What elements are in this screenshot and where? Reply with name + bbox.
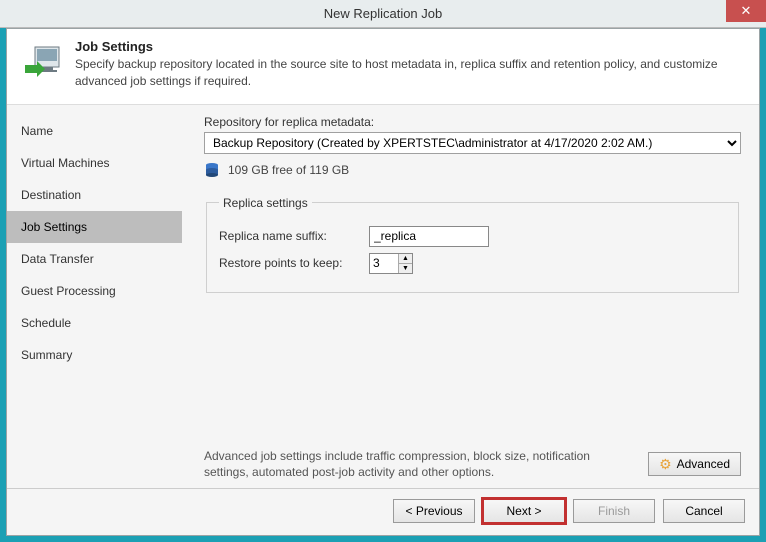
repo-select[interactable]: Backup Repository (Created by XPERTSTEC\… <box>204 132 741 154</box>
wizard-steps: Name Virtual Machines Destination Job Se… <box>7 105 182 488</box>
advanced-button[interactable]: ⚙ Advanced <box>648 452 741 476</box>
restore-points-stepper[interactable]: ▲ ▼ <box>369 253 413 274</box>
header-title: Job Settings <box>75 39 743 54</box>
step-schedule[interactable]: Schedule <box>7 307 182 339</box>
replica-legend: Replica settings <box>219 196 312 210</box>
main-panel: Repository for replica metadata: Backup … <box>182 105 759 488</box>
header-subtitle: Specify backup repository located in the… <box>75 56 743 90</box>
spinner-up-icon[interactable]: ▲ <box>399 254 412 264</box>
close-button[interactable]: ✕ <box>726 0 766 22</box>
replica-settings-group: Replica settings Replica name suffix: Re… <box>206 196 739 293</box>
step-data-transfer[interactable]: Data Transfer <box>7 243 182 275</box>
advanced-hint: Advanced job settings include traffic co… <box>204 448 636 480</box>
storage-text: 109 GB free of 119 GB <box>228 163 349 177</box>
step-summary[interactable]: Summary <box>7 339 182 371</box>
step-guest-processing[interactable]: Guest Processing <box>7 275 182 307</box>
cancel-button[interactable]: Cancel <box>663 499 745 523</box>
storage-icon <box>204 162 220 178</box>
title-bar: New Replication Job ✕ <box>0 0 766 28</box>
window-title: New Replication Job <box>324 6 443 21</box>
wizard-footer: < Previous Next > Finish Cancel <box>7 488 759 535</box>
gear-icon: ⚙ <box>659 457 672 471</box>
step-name[interactable]: Name <box>7 115 182 147</box>
step-job-settings[interactable]: Job Settings <box>7 211 182 243</box>
storage-info: 109 GB free of 119 GB <box>204 162 741 178</box>
step-destination[interactable]: Destination <box>7 179 182 211</box>
suffix-input[interactable] <box>369 226 489 247</box>
repo-label: Repository for replica metadata: <box>204 115 741 129</box>
finish-button: Finish <box>573 499 655 523</box>
close-icon: ✕ <box>741 3 752 19</box>
suffix-label: Replica name suffix: <box>219 229 369 243</box>
step-virtual-machines[interactable]: Virtual Machines <box>7 147 182 179</box>
advanced-button-label: Advanced <box>677 457 730 471</box>
restore-label: Restore points to keep: <box>219 256 369 270</box>
job-settings-icon <box>23 43 63 83</box>
spinner-down-icon[interactable]: ▼ <box>399 264 412 273</box>
previous-button[interactable]: < Previous <box>393 499 475 523</box>
restore-points-input[interactable] <box>370 254 398 273</box>
wizard-header: Job Settings Specify backup repository l… <box>7 29 759 105</box>
next-button[interactable]: Next > <box>483 499 565 523</box>
